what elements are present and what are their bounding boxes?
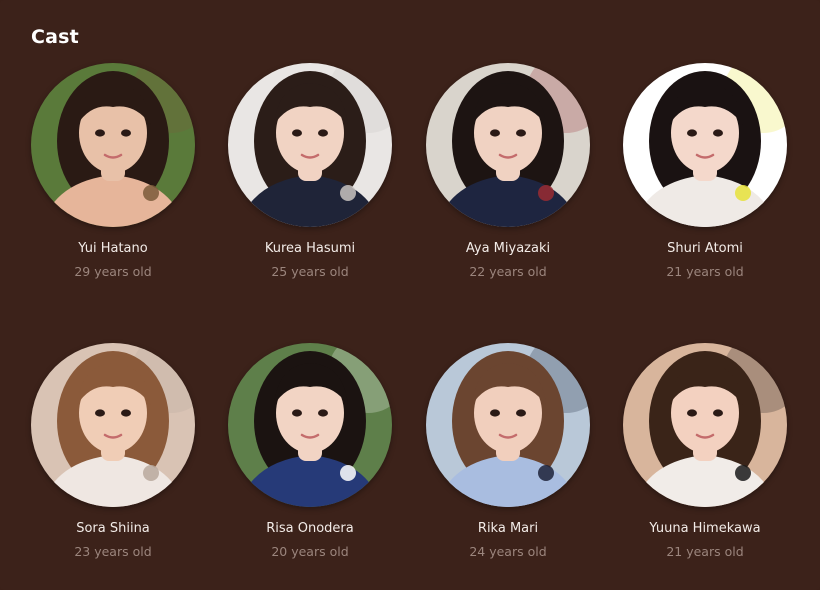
- cast-photo[interactable]: [228, 63, 392, 227]
- cast-age: 29 years old: [74, 264, 152, 279]
- cast-grid: Yui Hatano 29 years old Kurea Hasumi 25 …: [0, 0, 820, 590]
- cast-photo[interactable]: [426, 63, 590, 227]
- cast-age: 20 years old: [271, 544, 349, 559]
- cast-card[interactable]: Rika Mari 24 years old: [413, 343, 603, 559]
- cast-age: 24 years old: [469, 544, 547, 559]
- cast-name[interactable]: Aya Miyazaki: [413, 241, 603, 256]
- cast-photo[interactable]: [228, 343, 392, 507]
- cast-age: 21 years old: [666, 544, 744, 559]
- cast-card[interactable]: Yui Hatano 29 years old: [18, 63, 208, 279]
- cast-card[interactable]: Risa Onodera 20 years old: [215, 343, 405, 559]
- cast-age: 21 years old: [666, 264, 744, 279]
- cast-name[interactable]: Risa Onodera: [215, 521, 405, 536]
- cast-name[interactable]: Yui Hatano: [18, 241, 208, 256]
- cast-name[interactable]: Yuuna Himekawa: [610, 521, 800, 536]
- cast-photo[interactable]: [31, 63, 195, 227]
- portrait-image: [31, 343, 195, 507]
- cast-name[interactable]: Shuri Atomi: [610, 241, 800, 256]
- cast-photo[interactable]: [31, 343, 195, 507]
- cast-name[interactable]: Sora Shiina: [18, 521, 208, 536]
- cast-card[interactable]: Kurea Hasumi 25 years old: [215, 63, 405, 279]
- cast-photo[interactable]: [623, 343, 787, 507]
- cast-photo[interactable]: [623, 63, 787, 227]
- cast-age: 23 years old: [74, 544, 152, 559]
- cast-age: 22 years old: [469, 264, 547, 279]
- cast-card[interactable]: Shuri Atomi 21 years old: [610, 63, 800, 279]
- cast-name[interactable]: Rika Mari: [413, 521, 603, 536]
- portrait-image: [623, 63, 787, 227]
- cast-photo[interactable]: [426, 343, 590, 507]
- portrait-image: [426, 63, 590, 227]
- portrait-image: [426, 343, 590, 507]
- cast-age: 25 years old: [271, 264, 349, 279]
- cast-card[interactable]: Sora Shiina 23 years old: [18, 343, 208, 559]
- portrait-image: [228, 63, 392, 227]
- cast-panel: Cast Yui Hatano 29 years old Kurea Hasum…: [0, 0, 820, 590]
- cast-card[interactable]: Aya Miyazaki 22 years old: [413, 63, 603, 279]
- portrait-image: [228, 343, 392, 507]
- cast-card[interactable]: Yuuna Himekawa 21 years old: [610, 343, 800, 559]
- cast-name[interactable]: Kurea Hasumi: [215, 241, 405, 256]
- portrait-image: [623, 343, 787, 507]
- portrait-image: [31, 63, 195, 227]
